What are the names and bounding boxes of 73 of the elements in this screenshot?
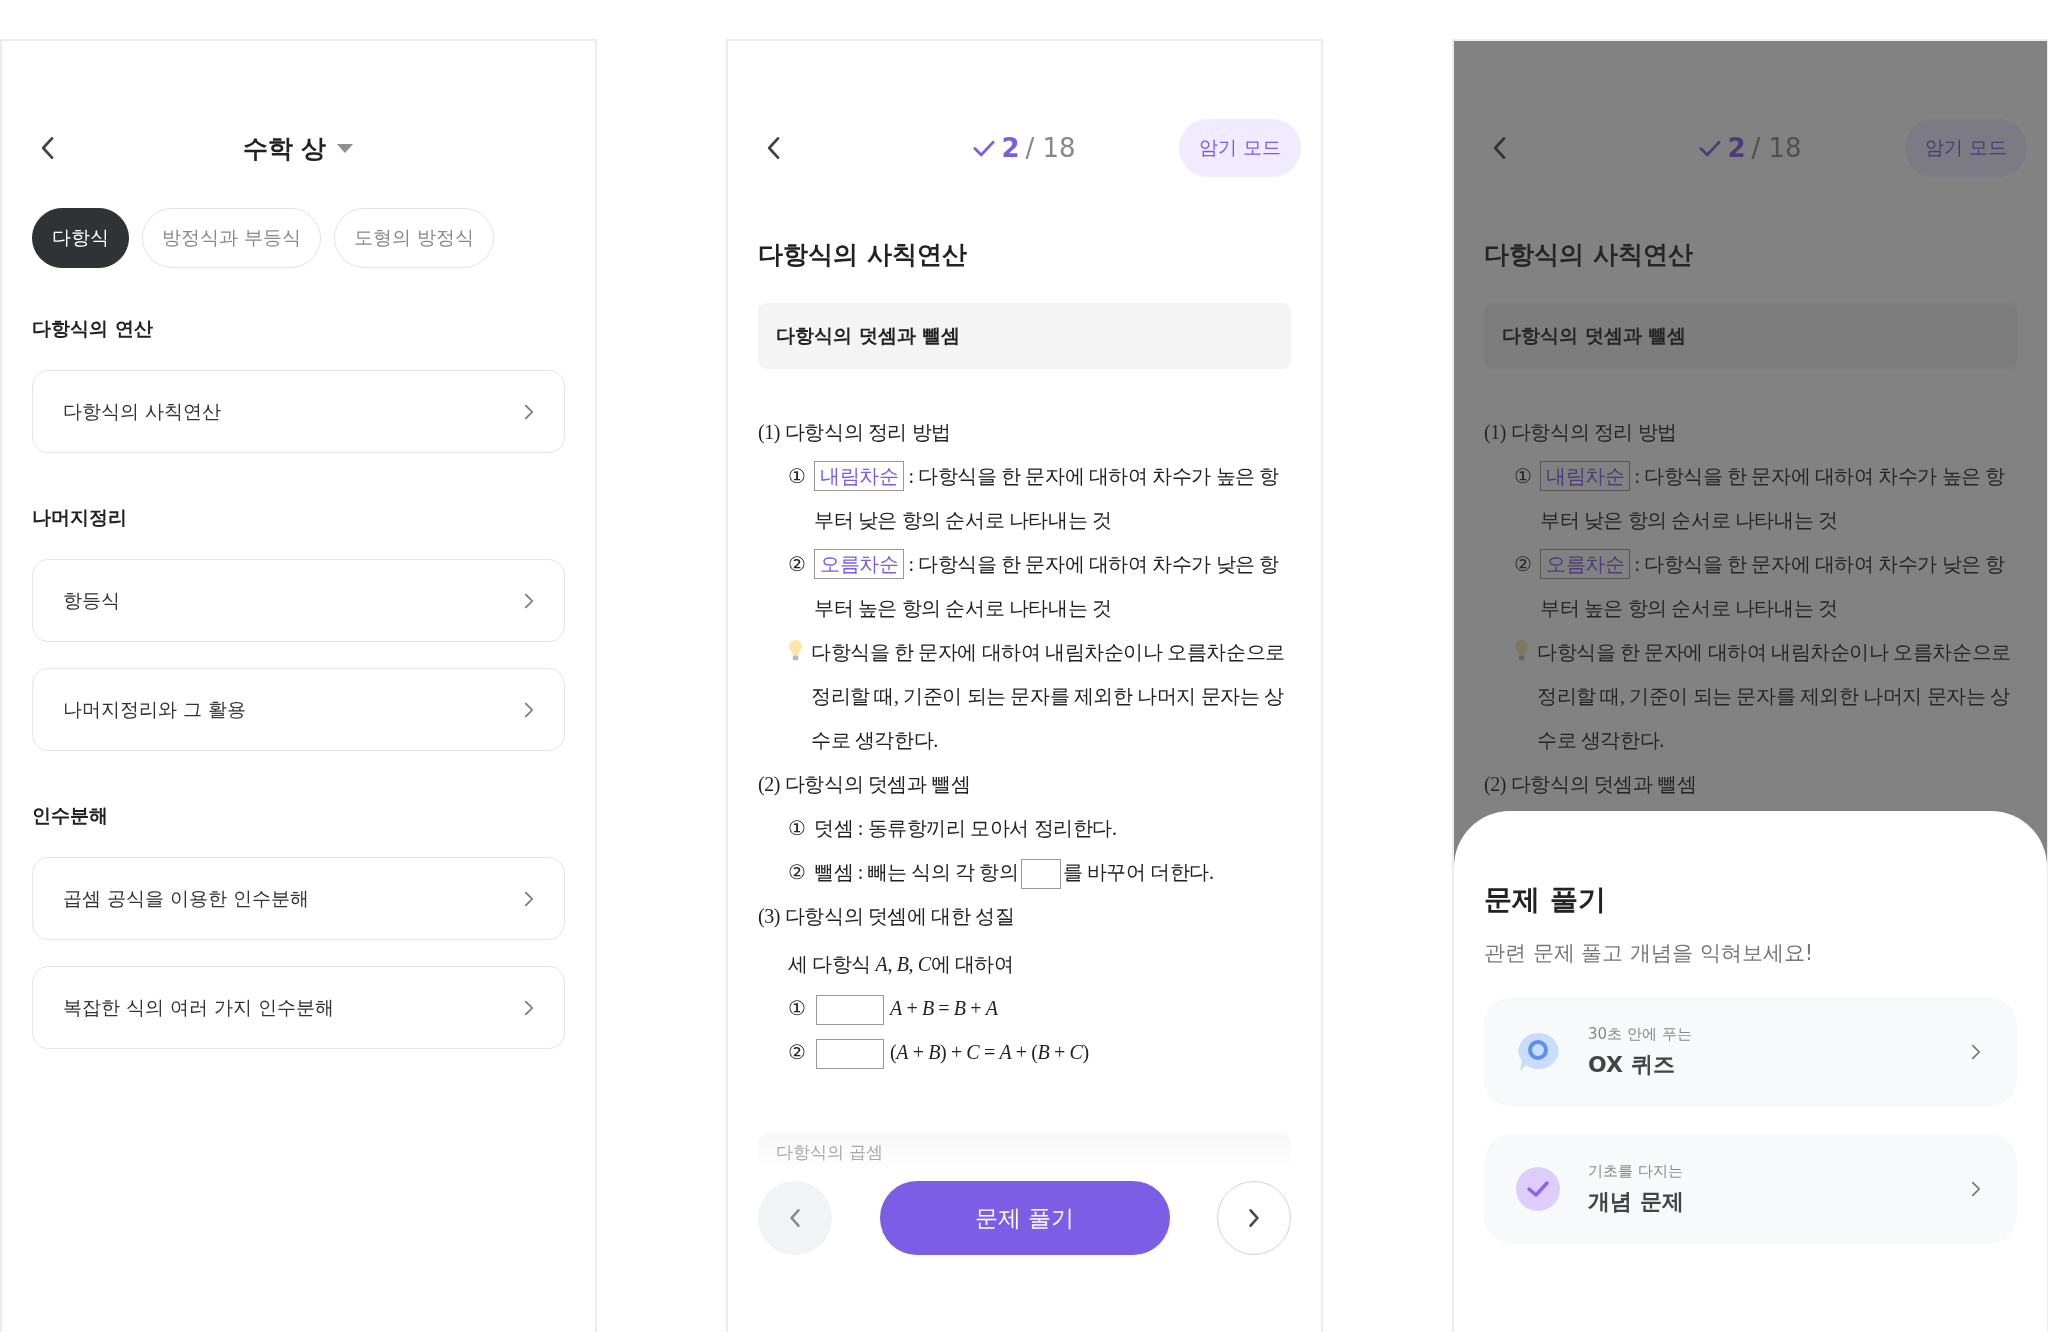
item-number: ① bbox=[788, 816, 807, 841]
check-circle-icon bbox=[1516, 1167, 1560, 1211]
chevron-right-icon bbox=[524, 890, 534, 907]
section-heading: 인수분해 bbox=[32, 803, 109, 828]
item-number: ① bbox=[788, 996, 807, 1021]
body-text: 오름차순 : 다항식을 한 문자에 대하여 차수가 낮은 항부터 높은 항의 순서로 나타내는 것 bbox=[1540, 542, 2017, 630]
quiz-option-card[interactable]: 30초 안에 푸는 OX 퀴즈 bbox=[1484, 997, 2017, 1107]
chevron-right-icon bbox=[524, 999, 534, 1016]
body-text: 뺄셈 : 빼는 식의 각 항의 bbox=[814, 861, 1019, 883]
section-heading: (2) 다항식의 덧셈과 뺄셈 bbox=[758, 772, 972, 798]
body-text: 오름차순 : 다항식을 한 문자에 대하여 차수가 낮은 항부터 높은 항의 순서로 나타내는 것 bbox=[814, 542, 1291, 630]
topic-banner: 다항식의 덧셈과 뺄셈 bbox=[1484, 303, 2017, 369]
category-tab[interactable]: 다항식 bbox=[32, 208, 129, 268]
dropdown-icon[interactable] bbox=[336, 142, 355, 154]
chevron-right-icon bbox=[524, 403, 534, 420]
chevron-right-icon bbox=[1248, 1208, 1260, 1228]
body-text: 내림차순 : 다항식을 한 문자에 대하여 차수가 높은 항부터 낮은 항의 순서로 나타내는 것 bbox=[1540, 454, 2017, 542]
concept-title: 다항식의 사칙연산 bbox=[1484, 239, 1694, 271]
lesson-item[interactable]: 나머지정리와 그 활용 bbox=[32, 668, 565, 751]
chevron-right-icon bbox=[524, 701, 534, 718]
back-icon[interactable] bbox=[766, 135, 782, 161]
lesson-item[interactable]: 항등식 bbox=[32, 559, 565, 642]
fill-in-box[interactable] bbox=[816, 1039, 884, 1070]
body-text: 덧셈 : 동류항끼리 모아서 정리한다. bbox=[814, 816, 1118, 841]
item-number: ② bbox=[788, 860, 807, 885]
section-heading: 다항식의 연산 bbox=[32, 316, 154, 341]
tip-text: 다항식을 한 문자에 대하여 내림차순이나 오름차순으로 정리할 때, 기준이 되는 문자를 제외한 나머지 문자는 상수로 생각한다. bbox=[1537, 640, 2012, 753]
lesson-item[interactable]: 복잡한 식의 여러 가지 인수분해 bbox=[32, 966, 565, 1049]
option-label: OX 퀴즈 bbox=[1588, 1050, 1676, 1079]
chevron-right-icon bbox=[1971, 1044, 1981, 1060]
option-caption: 기초를 다지는 bbox=[1588, 1161, 1684, 1181]
section-heading: (3) 다항식의 덧셈에 대한 성질 bbox=[758, 904, 1016, 930]
fill-in-box[interactable] bbox=[816, 995, 884, 1026]
item-number: ① bbox=[788, 464, 807, 489]
section-heading: (1) 다항식의 정리 방법 bbox=[758, 420, 952, 446]
speech-bubble-icon bbox=[1516, 1031, 1560, 1073]
back-icon[interactable] bbox=[40, 135, 56, 161]
sheet-subtitle: 관련 문제 풀고 개념을 익혀보세요! bbox=[1484, 940, 1815, 967]
body-text: (A + B) + C = A + (B + C) bbox=[890, 1041, 1089, 1063]
progress-current: 2 bbox=[1001, 133, 1020, 163]
body-text: 를 바꾸어 더한다. bbox=[1062, 861, 1214, 883]
section-heading: (1) 다항식의 정리 방법 bbox=[1484, 420, 1678, 446]
solve-problems-button[interactable]: 문제 풀기 bbox=[879, 1181, 1170, 1255]
option-label: 개념 문제 bbox=[1588, 1187, 1685, 1216]
progress-current: 2 bbox=[1727, 133, 1746, 163]
lesson-item[interactable]: 곱셈 공식을 이용한 인수분해 bbox=[32, 857, 565, 940]
topic-banner: 다항식의 덧셈과 뺄셈 bbox=[758, 303, 1291, 369]
check-icon bbox=[973, 139, 996, 157]
section-heading: 나머지정리 bbox=[32, 505, 128, 530]
item-number: ② bbox=[1514, 552, 1533, 577]
chevron-right-icon bbox=[524, 592, 534, 609]
tip-text: 다항식을 한 문자에 대하여 내림차순이나 오름차순으로 정리할 때, 기준이 되는 문자를 제외한 나머지 문자는 상수로 생각한다. bbox=[811, 640, 1286, 753]
memorize-mode-button[interactable]: 암기 모드 bbox=[1178, 119, 1301, 177]
fill-in-box[interactable] bbox=[1020, 859, 1061, 890]
lightbulb-icon bbox=[1514, 639, 1529, 663]
option-caption: 30초 안에 푸는 bbox=[1588, 1024, 1693, 1044]
item-number: ② bbox=[788, 1040, 807, 1065]
lesson-item[interactable]: 다항식의 사칙연산 bbox=[32, 370, 565, 453]
chevron-left-icon bbox=[789, 1208, 801, 1228]
quiz-option-card[interactable]: 기초를 다지는 개념 문제 bbox=[1484, 1134, 2017, 1244]
progress-total: / 18 bbox=[1025, 133, 1076, 163]
subject-title[interactable]: 수학 상 bbox=[242, 131, 327, 165]
check-icon bbox=[1699, 139, 1722, 157]
lightbulb-icon bbox=[788, 639, 803, 663]
item-number: ② bbox=[788, 552, 807, 577]
chevron-right-icon bbox=[1971, 1181, 1981, 1197]
section-heading: (2) 다항식의 덧셈과 뺄셈 bbox=[1484, 772, 1698, 798]
item-number: ① bbox=[1514, 464, 1533, 489]
body-text: A + B = B + A bbox=[890, 997, 998, 1019]
body-text: 세 다항식 A, B, C에 대하여 bbox=[787, 952, 1015, 977]
concept-title: 다항식의 사칙연산 bbox=[758, 239, 968, 271]
sheet-title: 문제 풀기 bbox=[1484, 882, 1607, 918]
body-text: 내림차순 : 다항식을 한 문자에 대하여 차수가 높은 항부터 낮은 항의 순서로 나타내는 것 bbox=[814, 454, 1291, 542]
